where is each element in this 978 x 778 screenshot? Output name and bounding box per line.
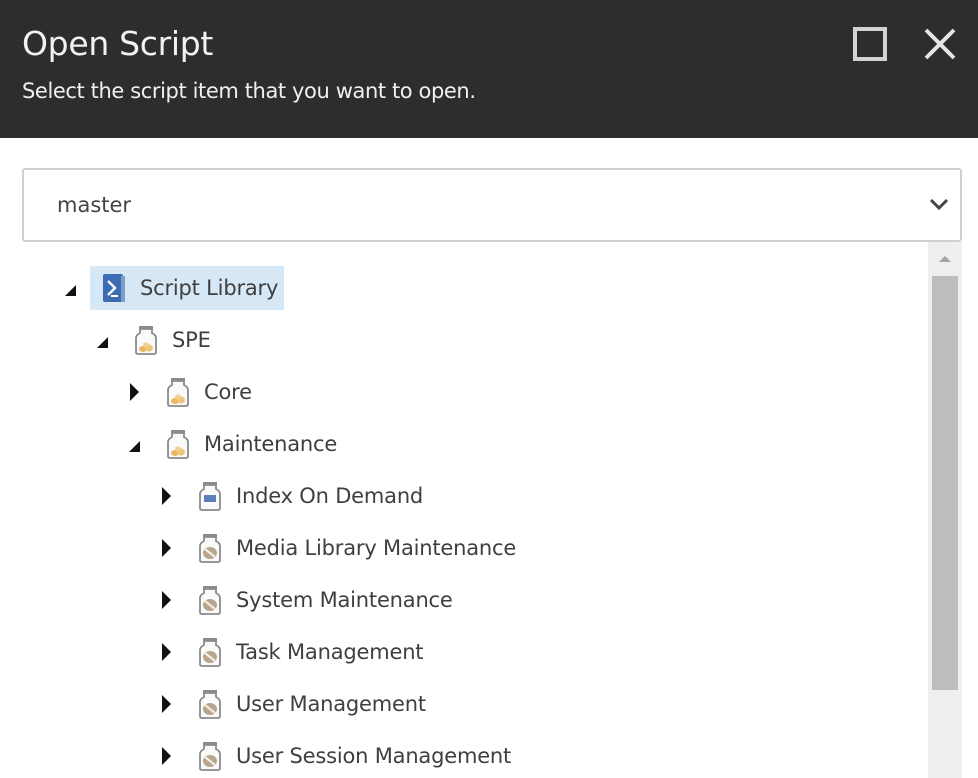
tree-item: Maintenance xyxy=(122,422,343,466)
powershell-library-icon xyxy=(100,271,128,305)
tree-node-label: User Session Management xyxy=(236,744,512,768)
tree-node[interactable]: SPE xyxy=(122,318,217,362)
close-button[interactable] xyxy=(922,26,958,62)
tree-node-label: Maintenance xyxy=(204,432,338,456)
tree-item: System Maintenance xyxy=(154,578,459,622)
expand-toggle-icon[interactable] xyxy=(154,536,178,560)
tree-node[interactable]: User Session Management xyxy=(186,734,517,778)
disabled-module-jar-icon xyxy=(196,583,224,617)
tree-item: SPE xyxy=(90,318,217,362)
tree-node[interactable]: Index On Demand xyxy=(186,474,429,518)
scroll-up-arrow-icon[interactable] xyxy=(939,256,951,262)
tree-node-label: Core xyxy=(204,380,252,404)
tree-item: User Management xyxy=(154,682,432,726)
tree-item: Core xyxy=(122,370,258,414)
tree-node[interactable]: Task Management xyxy=(186,630,429,674)
tree-node-label: Index On Demand xyxy=(236,484,424,508)
expand-toggle-icon[interactable] xyxy=(154,484,178,508)
tree-node-label: Media Library Maintenance xyxy=(236,536,517,560)
script-tree: Script Library SPE Core Maintenance Index On… xyxy=(22,242,962,778)
maximize-icon xyxy=(853,27,887,61)
tree-item: Task Management xyxy=(154,630,429,674)
database-select[interactable]: master xyxy=(22,168,962,242)
close-icon xyxy=(924,28,956,60)
tree-node-label: SPE xyxy=(172,328,211,352)
expand-toggle-icon[interactable] xyxy=(122,380,146,404)
tree-item: Index On Demand xyxy=(154,474,429,518)
tree-node[interactable]: System Maintenance xyxy=(186,578,459,622)
database-select-value: master xyxy=(57,193,132,217)
vertical-scrollbar[interactable] xyxy=(928,242,962,778)
enabled-module-jar-icon xyxy=(196,479,224,513)
tree-node[interactable]: Media Library Maintenance xyxy=(186,526,522,570)
maximize-button[interactable] xyxy=(852,26,888,62)
collapse-toggle-icon[interactable] xyxy=(122,432,146,456)
disabled-module-jar-icon xyxy=(196,687,224,721)
dialog-header: Open Script Select the script item that … xyxy=(0,0,978,138)
expand-toggle-icon[interactable] xyxy=(154,692,178,716)
tree-node-label: System Maintenance xyxy=(236,588,453,612)
module-jar-icon xyxy=(164,375,192,409)
dialog-subtitle: Select the script item that you want to … xyxy=(22,79,476,103)
expand-toggle-icon[interactable] xyxy=(154,640,178,664)
tree-node[interactable]: Core xyxy=(154,370,258,414)
collapse-toggle-icon[interactable] xyxy=(90,328,114,352)
tree-node[interactable]: Maintenance xyxy=(154,422,343,466)
disabled-module-jar-icon xyxy=(196,739,224,773)
expand-toggle-icon[interactable] xyxy=(154,588,178,612)
tree-node-label: Script Library xyxy=(140,276,279,300)
tree-item: Media Library Maintenance xyxy=(154,526,522,570)
tree-item: User Session Management xyxy=(154,734,517,778)
module-jar-icon xyxy=(132,323,160,357)
module-jar-icon xyxy=(164,427,192,461)
tree-node[interactable]: Script Library xyxy=(90,266,285,310)
tree-node[interactable]: User Management xyxy=(186,682,432,726)
tree-node-label: Task Management xyxy=(236,640,424,664)
tree-item: Script Library xyxy=(58,266,285,310)
tree-node-label: User Management xyxy=(236,692,426,716)
chevron-down-icon xyxy=(929,198,949,211)
dialog-title: Open Script xyxy=(22,24,214,63)
collapse-toggle-icon[interactable] xyxy=(58,276,82,300)
scrollbar-thumb[interactable] xyxy=(932,276,958,690)
disabled-module-jar-icon xyxy=(196,635,224,669)
disabled-module-jar-icon xyxy=(196,531,224,565)
expand-toggle-icon[interactable] xyxy=(154,744,178,768)
